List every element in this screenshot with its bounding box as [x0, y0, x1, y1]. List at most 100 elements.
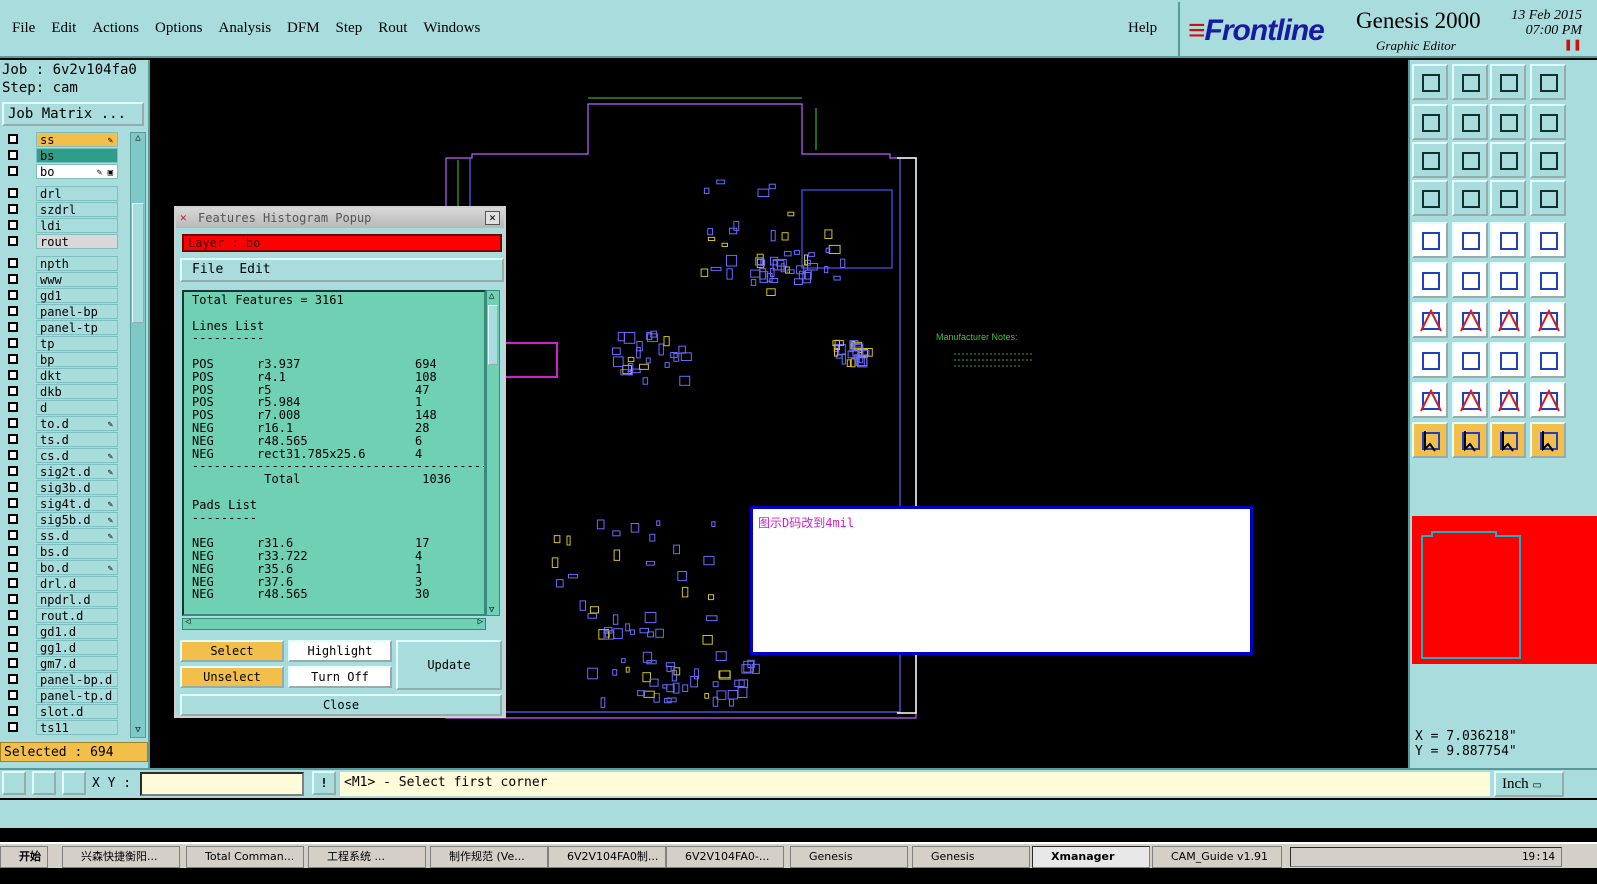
layer-row-gd1[interactable]: gd1: [2, 288, 122, 303]
pad-row[interactable]: NEG r33.722 4: [192, 550, 476, 563]
highlight-button[interactable]: Highlight: [288, 640, 392, 662]
layer-checkbox[interactable]: [8, 134, 18, 144]
unselect-button[interactable]: Unselect: [180, 666, 284, 688]
layer-scroll-thumb[interactable]: [132, 203, 144, 323]
angle-icon[interactable]: [32, 771, 56, 795]
update-button[interactable]: Update: [396, 640, 502, 690]
close-icon[interactable]: ✕: [485, 211, 500, 225]
taskbar-item[interactable]: 6V2V104FA0制...: [548, 846, 666, 868]
layer-name[interactable]: to.d ✎: [36, 416, 118, 431]
layer-row-gd1.d[interactable]: gd1.d: [2, 624, 122, 639]
layer-checkbox[interactable]: [8, 658, 18, 668]
histogram-scroll-thumb[interactable]: [488, 305, 498, 365]
layer-name[interactable]: ldi: [36, 218, 118, 233]
query-icon[interactable]: [1530, 142, 1566, 178]
connect-icon[interactable]: [1412, 262, 1448, 298]
delete-icon[interactable]: [1452, 262, 1488, 298]
snap-icon[interactable]: [2, 771, 26, 795]
layer-name[interactable]: npth: [36, 256, 118, 271]
layer-row-bs[interactable]: bs: [2, 148, 122, 163]
layer-name[interactable]: npdrl.d: [36, 592, 118, 607]
home-icon[interactable]: [1490, 64, 1526, 100]
layer-name[interactable]: sig2t.d ✎: [36, 464, 118, 479]
layer-row-panel-tp[interactable]: panel-tp: [2, 320, 122, 335]
palette-icon[interactable]: [1412, 180, 1448, 216]
fan-icon[interactable]: [1530, 302, 1566, 338]
layer-row-sig3b.d[interactable]: sig3b.d: [2, 480, 122, 495]
layer-name[interactable]: panel-tp.d: [36, 688, 118, 703]
minimap[interactable]: [1412, 516, 1597, 664]
taskbar-item[interactable]: 兴森快捷衡阳...: [62, 846, 180, 868]
layer-name[interactable]: ss ✎: [36, 132, 118, 147]
layer-name[interactable]: bs.d: [36, 544, 118, 559]
layer-row-tp[interactable]: tp: [2, 336, 122, 351]
pad-row[interactable]: NEG r48.565 30: [192, 588, 476, 601]
layer-name[interactable]: ts.d: [36, 432, 118, 447]
menu-edit[interactable]: Edit: [43, 20, 84, 37]
zoom-fit-icon[interactable]: [1412, 142, 1448, 178]
screenshot-icon[interactable]: [1412, 222, 1448, 258]
zoom-center-icon[interactable]: [1452, 142, 1488, 178]
layer-row-sig5b.d[interactable]: sig5b.d ✎: [2, 512, 122, 527]
layer-name[interactable]: www: [36, 272, 118, 287]
menu-actions[interactable]: Actions: [84, 20, 147, 37]
layer-name[interactable]: panel-tp: [36, 320, 118, 335]
layer-checkbox[interactable]: [8, 690, 18, 700]
layer-name[interactable]: sig4t.d ✎: [36, 496, 118, 511]
taskbar-item[interactable]: 工程系统 ...: [308, 846, 426, 868]
zoom-ratio-icon[interactable]: [1490, 142, 1526, 178]
layer-checkbox[interactable]: [8, 418, 18, 428]
layer-row-www[interactable]: www: [2, 272, 122, 287]
break-icon[interactable]: [1412, 342, 1448, 378]
layer-row-slot.d[interactable]: slot.d: [2, 704, 122, 719]
add-node-icon[interactable]: [1530, 262, 1566, 298]
layer-row-bp[interactable]: bp: [2, 352, 122, 367]
start-button[interactable]: 开始: [0, 846, 48, 868]
layer-row-bo[interactable]: bo ✎ ▣: [2, 164, 122, 179]
layer-checkbox[interactable]: [8, 150, 18, 160]
layer-checkbox[interactable]: [8, 290, 18, 300]
layer-row-dkb[interactable]: dkb: [2, 384, 122, 399]
window-icon[interactable]: [1530, 64, 1566, 100]
edit-line-icon[interactable]: [1452, 222, 1488, 258]
layer-name[interactable]: panel-bp: [36, 304, 118, 319]
layer-name[interactable]: rout: [36, 234, 118, 249]
layer-row-ldi[interactable]: ldi: [2, 218, 122, 233]
popup-menu-edit[interactable]: Edit: [239, 262, 270, 277]
taskbar-item[interactable]: 制作规范 (Ve...: [430, 846, 548, 868]
swap-icon[interactable]: [1490, 342, 1526, 378]
layer-checkbox[interactable]: [8, 258, 18, 268]
menu-file[interactable]: File: [4, 20, 43, 37]
layer-checkbox[interactable]: [8, 450, 18, 460]
scroll-down-icon[interactable]: ▽: [489, 605, 494, 615]
move-right-icon[interactable]: [1452, 104, 1488, 140]
layer-checkbox[interactable]: [8, 338, 18, 348]
minus-icon[interactable]: [1452, 342, 1488, 378]
menu-options[interactable]: Options: [147, 20, 211, 37]
layer-name[interactable]: d: [36, 400, 118, 415]
taskbar-item[interactable]: Xmanager: [1032, 846, 1150, 868]
scroll-right-icon[interactable]: ▷: [478, 617, 483, 627]
layer-name[interactable]: ss.d ✎: [36, 528, 118, 543]
layer-name[interactable]: drl: [36, 186, 118, 201]
layer-checkbox[interactable]: [8, 306, 18, 316]
line-row[interactable]: NEG r16.1 28: [192, 422, 476, 435]
layer-name[interactable]: cs.d ✎: [36, 448, 118, 463]
scroll-left-icon[interactable]: ◁: [185, 617, 190, 627]
line-row[interactable]: POS r4.1 108: [192, 370, 476, 384]
triangle-a-icon[interactable]: [1490, 382, 1526, 418]
layer-row-gm7.d[interactable]: gm7.d: [2, 656, 122, 671]
select-box-icon[interactable]: [1452, 422, 1488, 458]
menu-windows[interactable]: Windows: [415, 20, 488, 37]
layer-name[interactable]: slot.d: [36, 704, 118, 719]
redo-icon[interactable]: [1530, 104, 1566, 140]
layer-name[interactable]: dkb: [36, 384, 118, 399]
undo-icon[interactable]: [1490, 104, 1526, 140]
layer-checkbox[interactable]: [8, 530, 18, 540]
layer-checkbox[interactable]: [8, 386, 18, 396]
layer-row-sig2t.d[interactable]: sig2t.d ✎: [2, 464, 122, 479]
layer-row-ss[interactable]: ss ✎: [2, 132, 122, 147]
menu-analysis[interactable]: Analysis: [211, 20, 280, 37]
scroll-down-icon[interactable]: ▽: [132, 725, 144, 737]
taskbar-item[interactable]: Total Comman...: [186, 846, 304, 868]
